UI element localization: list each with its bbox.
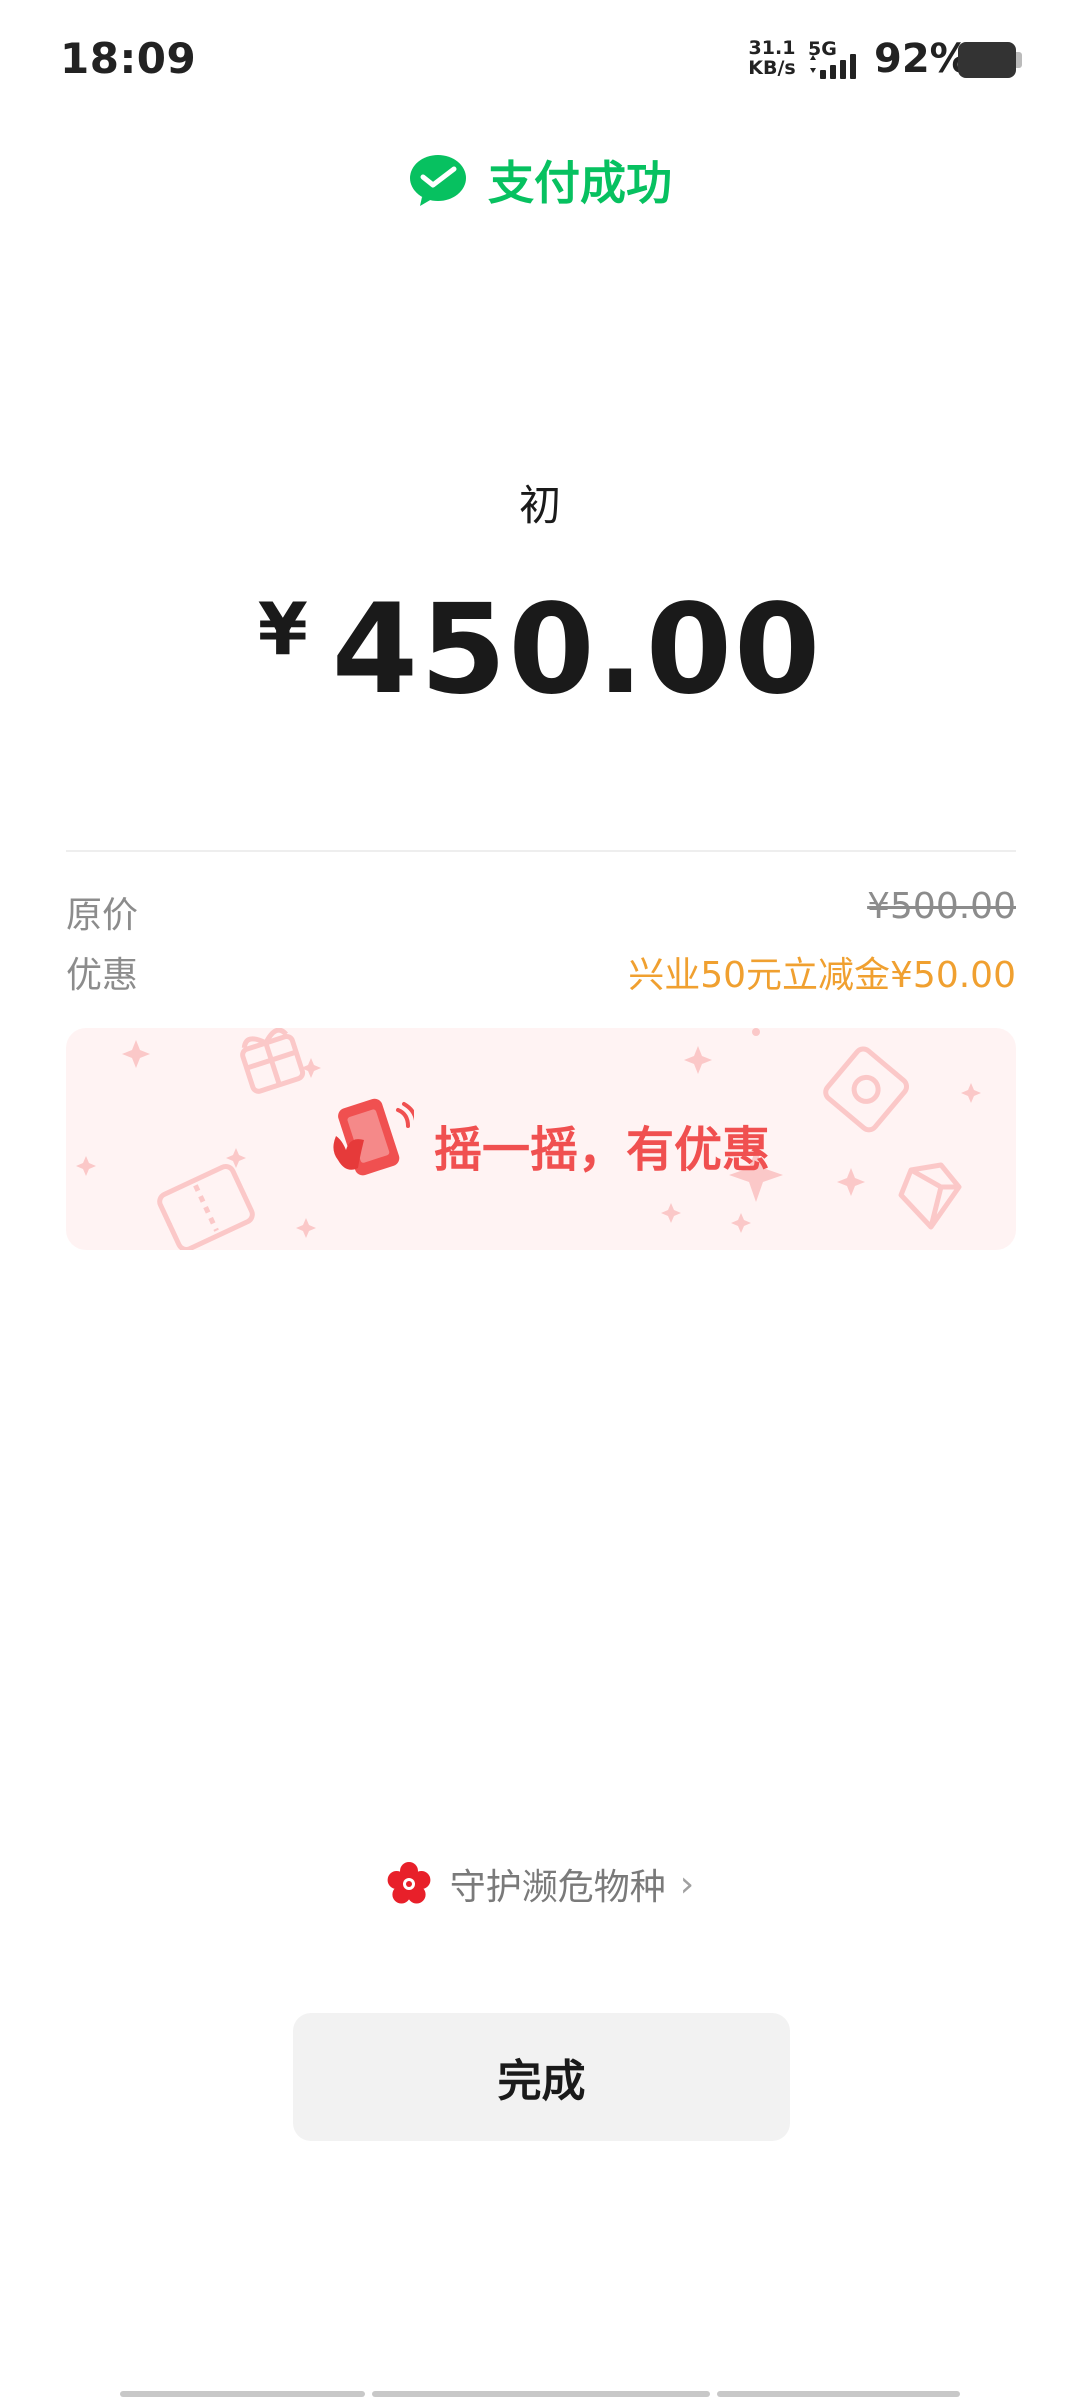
payment-success-header: 支付成功 (0, 145, 1080, 215)
nav-gesture-bar-left[interactable] (120, 2391, 365, 2397)
signal-icon (810, 54, 856, 79)
status-time: 18:09 (60, 34, 197, 83)
discount-label: 优惠 (66, 955, 139, 996)
nav-gesture-bar-center[interactable] (372, 2391, 710, 2397)
battery-cap (1016, 52, 1022, 68)
original-price-label: 原价 (66, 895, 139, 936)
network-speed-value: 31.1 (748, 37, 796, 59)
shake-promo-banner[interactable]: 摇一摇，有优惠 (66, 1028, 1016, 1250)
endangered-species-link[interactable]: 守护濒危物种 › (0, 1858, 1080, 1910)
discount-value: 兴业50元立减金¥50.00 (628, 955, 1016, 996)
wechat-pay-icon (410, 155, 466, 206)
shake-phone-icon (333, 1098, 414, 1176)
currency-symbol: ¥ (257, 587, 308, 671)
amount-value: 450.00 (331, 578, 823, 722)
network-speed-unit: KB/s (748, 57, 796, 79)
endangered-species-text: 守护濒危物种 (449, 1867, 666, 1908)
payment-success-title: 支付成功 (488, 156, 672, 210)
nav-gesture-bar-right[interactable] (717, 2391, 960, 2397)
done-button[interactable]: 完成 (293, 2013, 790, 2141)
red-flower-icon (387, 1862, 431, 1904)
shake-promo-text: 摇一摇，有优惠 (434, 1122, 771, 1178)
network-speed: 31.1 KB/s (748, 38, 796, 78)
battery-icon (958, 42, 1016, 78)
status-bar: 18:09 31.1 KB/s 5G 92% (0, 0, 1080, 120)
battery-percentage: 92% (874, 36, 970, 82)
original-price-value: ¥500.00 (867, 886, 1016, 927)
paid-amount: ¥ 450.00 (0, 575, 1080, 725)
chevron-right-icon: › (679, 1863, 695, 1905)
merchant-name: 初 (518, 481, 561, 530)
divider (66, 850, 1016, 852)
